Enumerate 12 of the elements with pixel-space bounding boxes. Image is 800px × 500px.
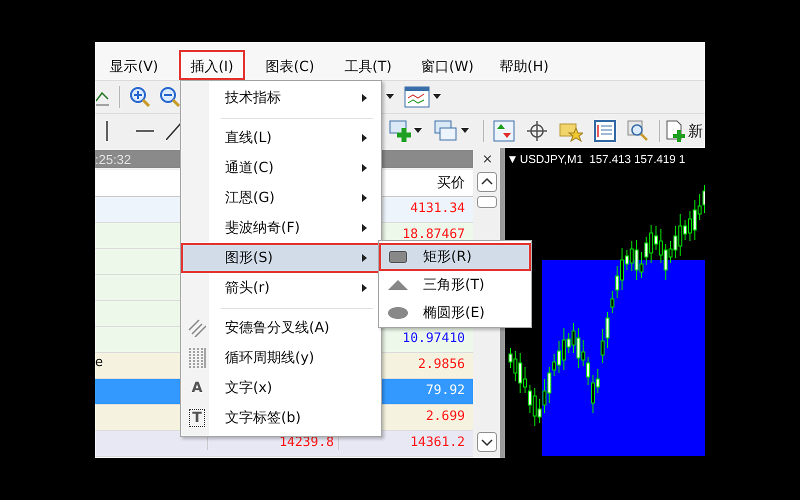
chart-title: USDJPY,M1 157.413 157.419 1 xyxy=(520,154,686,166)
table-cell: 2.699 xyxy=(426,409,465,424)
table-cell: 2.9856 xyxy=(418,357,465,372)
table-cell: 79.92 xyxy=(426,383,465,398)
text-label-icon: T xyxy=(189,409,205,427)
table-cell: 18.87467 xyxy=(402,227,465,242)
table-cell: 14361.2 xyxy=(410,435,465,450)
table-cell: 10.97410 xyxy=(402,331,465,346)
time-label: :25:32 xyxy=(95,152,132,166)
table-cell: 4131.34 xyxy=(410,201,465,216)
text-icon: A xyxy=(192,380,202,396)
table-cell: e xyxy=(95,355,103,370)
